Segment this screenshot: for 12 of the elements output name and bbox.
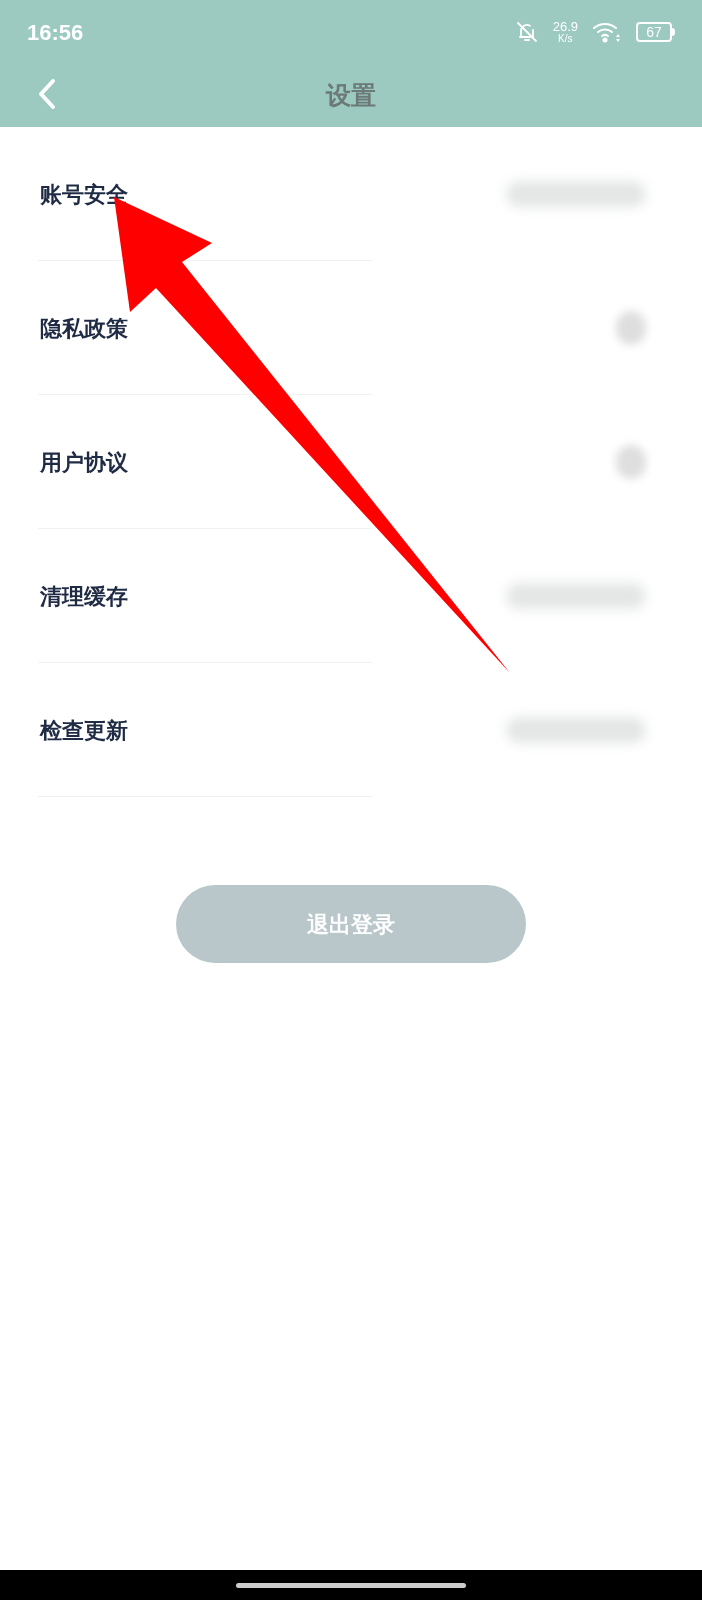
wifi-icon xyxy=(592,21,622,43)
row-label: 清理缓存 xyxy=(40,582,128,611)
row-label: 隐私政策 xyxy=(40,314,128,343)
battery-indicator: 67 xyxy=(636,22,675,42)
home-indicator[interactable] xyxy=(236,1582,466,1588)
bell-off-icon xyxy=(514,20,539,44)
back-icon xyxy=(38,78,56,110)
network-speed: 26.9 K/s xyxy=(552,20,578,44)
row-label: 检查更新 xyxy=(40,716,128,745)
status-time: 16:56 xyxy=(27,18,84,47)
page-title: 设置 xyxy=(326,79,376,111)
row-label: 用户协议 xyxy=(40,448,128,477)
